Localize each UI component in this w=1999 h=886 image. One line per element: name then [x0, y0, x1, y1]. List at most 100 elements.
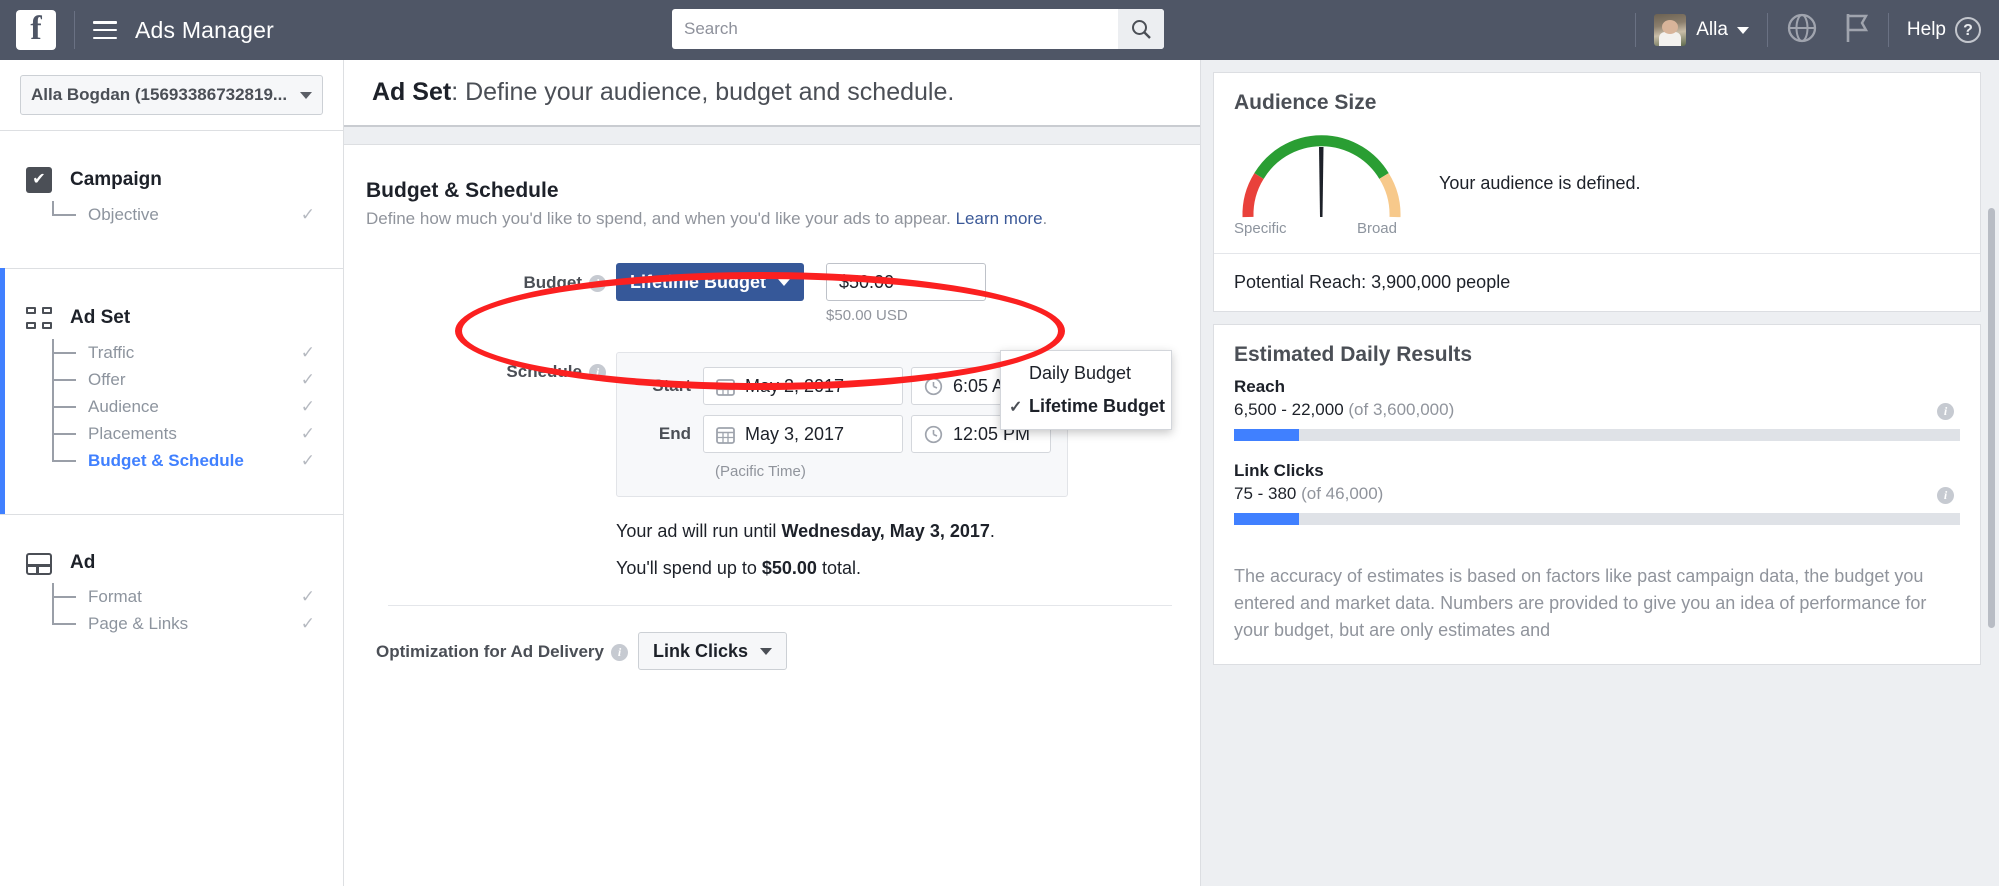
metric-range: 6,500 - 22,000: [1234, 400, 1344, 419]
sidebar-item-label: Offer: [88, 369, 126, 389]
gauge-label-specific: Specific: [1234, 220, 1287, 237]
tree-connector: [52, 420, 78, 447]
sidebar-section-ad: Ad Format ✓ Page & Links ✓: [0, 514, 343, 677]
tree-connector: [52, 610, 78, 637]
budget-type-dropdown-button[interactable]: Lifetime Budget: [616, 263, 805, 301]
sidebar-item-page-links[interactable]: Page & Links ✓: [52, 610, 343, 637]
potential-reach: Potential Reach: 3,900,000 people: [1214, 253, 1980, 311]
help-button[interactable]: Help ?: [1907, 17, 1981, 43]
right-panel-scrollbar[interactable]: [1988, 208, 1995, 628]
learn-more-link[interactable]: Learn more: [956, 209, 1043, 228]
gauge-labels: Specific Broad: [1234, 220, 1397, 237]
summary-end-date: Wednesday, May 3, 2017: [781, 521, 990, 541]
ads-manager-page: f Ads Manager Alla: [0, 0, 1999, 886]
section-heading: Budget & Schedule: [366, 179, 559, 202]
budget-type-dropdown-menu[interactable]: Daily Budget ✓ Lifetime Budget: [1000, 350, 1172, 430]
check-icon: ✓: [300, 423, 315, 443]
metric-value: 75 - 380 (of 46,000): [1234, 484, 1960, 504]
info-icon[interactable]: i: [1937, 487, 1954, 504]
info-icon[interactable]: i: [589, 364, 606, 381]
start-date-field[interactable]: May 2, 2017: [703, 367, 903, 405]
tree-connector: [52, 201, 78, 228]
budget-amount-input[interactable]: [826, 263, 987, 301]
flag-icon[interactable]: [1840, 12, 1870, 49]
optimization-value: Link Clicks: [653, 640, 749, 661]
info-icon[interactable]: i: [611, 644, 628, 661]
check-icon: ✓: [300, 204, 315, 224]
dropdown-option-daily-budget[interactable]: Daily Budget: [1001, 357, 1171, 390]
tree-connector: [52, 583, 78, 610]
sidebar-item-ad[interactable]: Ad: [0, 551, 343, 575]
audience-gauge: Specific Broad: [1234, 129, 1409, 237]
sidebar-item-budget-schedule[interactable]: Budget & Schedule ✓: [52, 447, 343, 474]
sidebar-item-audience[interactable]: Audience ✓: [52, 393, 343, 420]
schedule-label: Schedule i: [366, 352, 616, 382]
info-icon[interactable]: i: [589, 275, 606, 292]
globe-icon[interactable]: [1786, 12, 1818, 49]
main-content: Ad Set: Define your audience, budget and…: [344, 60, 1200, 886]
dropdown-option-label: Lifetime Budget: [1029, 396, 1166, 416]
dropdown-option-lifetime-budget[interactable]: ✓ Lifetime Budget: [1001, 390, 1171, 423]
audience-gauge-row: Specific Broad Your audience is defined.: [1234, 129, 1960, 237]
sidebar-subitems: Format ✓ Page & Links ✓: [0, 583, 343, 637]
summary-spend-amount: $50.00: [761, 558, 817, 578]
schedule-label-text: Schedule: [506, 362, 582, 381]
sidebar-item-campaign[interactable]: Campaign: [0, 167, 343, 193]
page-title-rest: : Define your audience, budget and sched…: [451, 78, 955, 106]
metric-bar: [1234, 513, 1960, 525]
budget-currency-note: $50.00 USD: [826, 307, 908, 324]
tree-connector: [52, 447, 78, 474]
right-panel: Audience Size Specific Broad Your audien…: [1200, 60, 1999, 886]
search-icon[interactable]: [1118, 9, 1164, 49]
end-label: End: [658, 424, 691, 443]
search-bar[interactable]: [672, 9, 1164, 49]
estimates-accuracy-note: The accuracy of estimates is based on fa…: [1234, 566, 1927, 640]
check-icon: ✓: [300, 342, 315, 362]
end-date-field[interactable]: May 3, 2017: [703, 415, 903, 453]
sidebar-item-objective[interactable]: Objective ✓: [52, 201, 343, 228]
sidebar-item-placements[interactable]: Placements ✓: [52, 420, 343, 447]
calendar-icon: [716, 377, 735, 396]
sidebar-item-format[interactable]: Format ✓: [52, 583, 343, 610]
facebook-logo[interactable]: f: [16, 10, 56, 50]
top-bar-right-group: Alla Help ?: [1617, 0, 1999, 60]
summary-run-until: Your ad will run until Wednesday, May 3,…: [616, 521, 995, 541]
sidebar-item-offer[interactable]: Offer ✓: [52, 366, 343, 393]
divider: [388, 605, 1172, 606]
summary-spend: You'll spend up to $50.00 total.: [616, 558, 861, 578]
metric-reach: Reach 6,500 - 22,000 (of 3,600,000) i: [1234, 377, 1960, 441]
calendar-icon: [716, 425, 735, 444]
budget-type-value: Lifetime Budget: [630, 271, 767, 292]
sidebar-subitems: Objective ✓: [0, 201, 343, 228]
sidebar-item-label: Objective: [88, 204, 159, 224]
divider: [1635, 13, 1637, 47]
metric-link-clicks: Link Clicks 75 - 380 (of 46,000) i: [1234, 461, 1960, 525]
app-title: Ads Manager: [135, 16, 274, 43]
metric-bar: [1234, 429, 1960, 441]
sidebar: Alla Bogdan (15693386732819... Campaign …: [0, 60, 344, 886]
metric-name: Reach: [1234, 377, 1286, 396]
gauge-label-broad: Broad: [1356, 220, 1397, 237]
divider: [1887, 13, 1889, 47]
optimization-label: Optimization for Ad Delivery i: [366, 632, 638, 662]
info-icon[interactable]: i: [1937, 403, 1954, 420]
user-menu[interactable]: Alla: [1654, 14, 1749, 46]
section-strip: [344, 127, 1200, 145]
estimates-title: Estimated Daily Results: [1234, 343, 1473, 366]
sidebar-item-label: Format: [88, 586, 142, 606]
budget-row: Budgeti Lifetime Budget $50.00 USD: [366, 263, 1172, 324]
account-selector[interactable]: Alla Bogdan (15693386732819...: [20, 75, 323, 115]
sidebar-item-label: Placements: [88, 423, 177, 443]
sidebar-item-traffic[interactable]: Traffic ✓: [52, 339, 343, 366]
check-icon: ✓: [300, 586, 315, 606]
section-description: Define how much you'd like to spend, and…: [366, 209, 1048, 228]
sidebar-section-campaign: Campaign Objective ✓: [0, 130, 343, 268]
optimization-dropdown-button[interactable]: Link Clicks: [638, 632, 788, 670]
optimization-label-text: Optimization for Ad Delivery: [376, 642, 604, 661]
section-description-text: Define how much you'd like to spend, and…: [366, 209, 951, 228]
sidebar-item-ad-set[interactable]: Ad Set: [0, 305, 343, 331]
metric-total: (of 46,000): [1301, 484, 1384, 503]
audience-status-text: Your audience is defined.: [1439, 172, 1641, 193]
search-input[interactable]: [672, 10, 1118, 48]
hamburger-menu-icon[interactable]: [93, 21, 117, 39]
